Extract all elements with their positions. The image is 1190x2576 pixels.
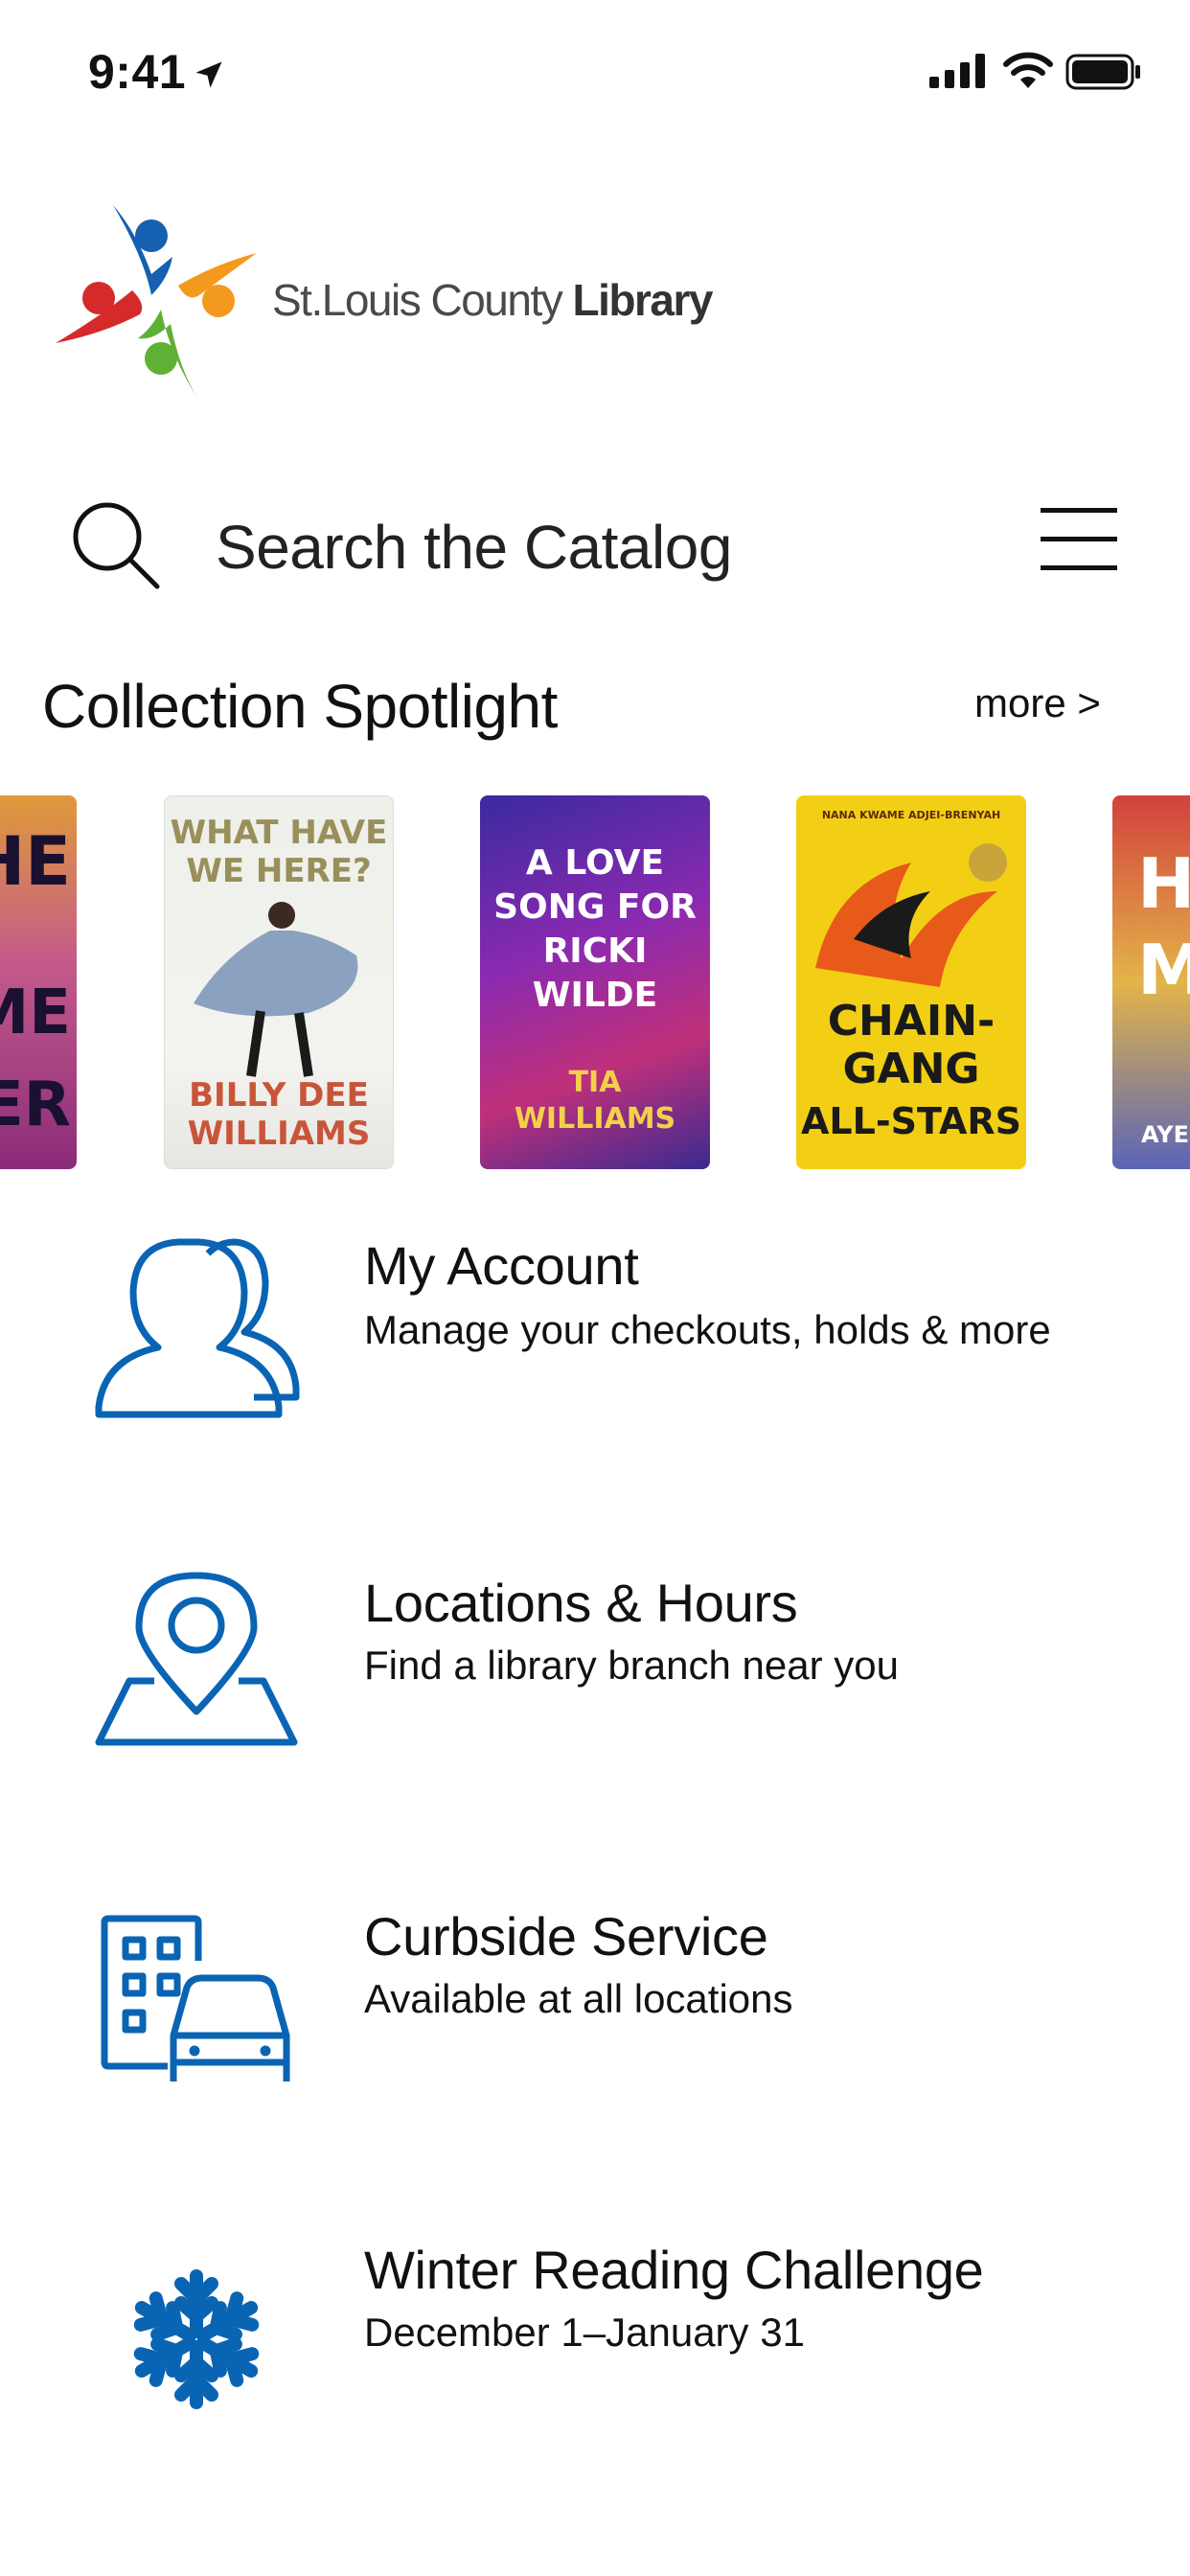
hamburger-menu-icon[interactable]: [1041, 508, 1117, 571]
status-time: 9:41: [88, 45, 187, 99]
spotlight-more-link[interactable]: more >: [974, 680, 1101, 726]
cellular-signal-icon: [929, 54, 985, 88]
book-cover-text: M: [1137, 930, 1190, 1010]
book-cover-text: A LOVE: [525, 843, 665, 883]
book-cover-figure: [194, 902, 358, 1077]
building-car-icon: [101, 1915, 290, 2082]
menu-item-subtitle: Manage your checkouts, holds & more: [364, 1307, 1051, 1352]
search-input[interactable]: Search the Catalog: [216, 512, 732, 583]
menu-item-subtitle: Available at all locations: [364, 1976, 793, 2021]
library-logo-text: St.Louis County Library: [272, 275, 713, 325]
menu-item-title: My Account: [364, 1235, 639, 1296]
status-bar: 9:41: [0, 0, 1190, 144]
menu-item-locations-hours[interactable]: Locations & Hours Find a library branch …: [0, 1541, 1190, 1790]
book-cover-text: ALL-STARS: [801, 1100, 1021, 1142]
search-icon[interactable]: [69, 498, 161, 590]
battery-icon: [1065, 54, 1140, 90]
book-cover-text: NANA KWAME ADJEI-BRENYAH: [821, 809, 1001, 821]
book-cover-text: H: [1137, 843, 1190, 924]
book-cover-text: AME: [0, 978, 71, 1048]
library-logo: St.Louis County Library: [56, 199, 745, 404]
book-cover[interactable]: NANA KWAME ADJEI-BRENYAH CHAIN- GANG ALL…: [796, 795, 1026, 1169]
map-pin-icon: [95, 1572, 298, 1746]
book-cover-text: THE: [0, 822, 71, 901]
menu-item-title: Locations & Hours: [364, 1573, 798, 1633]
book-cover-text: CHAIN-: [827, 997, 995, 1046]
snowflake-icon: [125, 2269, 268, 2411]
menu-item-curbside-service[interactable]: Curbside Service Available at all locati…: [0, 1874, 1190, 2124]
menu-item-subtitle: December 1–January 31: [364, 2310, 805, 2355]
menu-item-winter-reading-challenge[interactable]: Winter Reading Challenge December 1–Janu…: [0, 2208, 1190, 2457]
collection-spotlight-title: Collection Spotlight: [42, 672, 558, 741]
book-cover-text: AYES: [1141, 1121, 1190, 1148]
location-arrow-icon: [195, 61, 222, 88]
menu-item-title: Curbside Service: [364, 1906, 768, 1966]
book-cover-text: WHAT HAVE: [170, 814, 388, 852]
library-logo-mark: [56, 205, 257, 401]
book-cover-text: WILDE: [532, 976, 658, 1015]
book-cover-text: IDER: [0, 1070, 71, 1140]
book-cover-text: RICKI: [542, 932, 648, 971]
book-cover-text: GANG: [842, 1045, 980, 1093]
book-cover-text: WILLIAMS: [187, 1115, 371, 1153]
book-cover-text: WILLIAMS: [514, 1102, 676, 1136]
menu-item-my-account[interactable]: My Account Manage your checkouts, holds …: [0, 1208, 1190, 1457]
book-cover[interactable]: THE AME IDER: [0, 795, 77, 1169]
book-cover-text: TIA: [568, 1066, 622, 1099]
wifi-icon: [1003, 52, 1053, 88]
book-cover-text: BILLY DEE: [189, 1076, 369, 1115]
account-users-icon: [95, 1238, 300, 1418]
book-cover[interactable]: A LOVE SONG FOR RICKI WILDE TIA WILLIAMS: [480, 795, 710, 1169]
menu-item-title: Winter Reading Challenge: [364, 2240, 984, 2300]
book-cover-text: SONG FOR: [493, 887, 697, 927]
book-cover[interactable]: WHAT HAVE WE HERE? BILLY DEE WILLIAMS: [164, 795, 394, 1169]
menu-item-subtitle: Find a library branch near you: [364, 1643, 899, 1688]
book-cover-text: WE HERE?: [186, 852, 372, 890]
catalog-search-bar[interactable]: Search the Catalog: [0, 479, 1190, 613]
book-cover-flame: [815, 843, 1007, 987]
book-cover[interactable]: H M AYES: [1112, 795, 1190, 1169]
spotlight-carousel[interactable]: THE AME IDER WHAT HAVE WE HERE? BILLY DE…: [0, 795, 1190, 1169]
